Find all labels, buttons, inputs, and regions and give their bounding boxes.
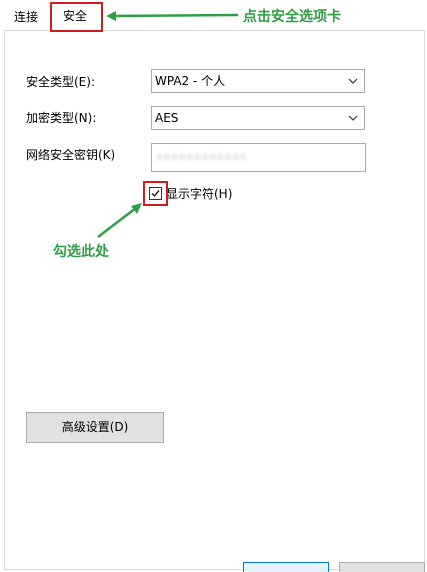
network-key-value: •••••••••••• <box>156 151 248 164</box>
highlight-checkbox <box>143 181 168 206</box>
security-type-label: 安全类型(E): <box>26 75 95 89</box>
show-characters-label[interactable]: 显示字符(H) <box>166 185 232 203</box>
encryption-type-value: AES <box>155 111 179 125</box>
security-type-value: WPA2 - 个人 <box>155 74 226 88</box>
encryption-type-label: 加密类型(N): <box>26 111 97 125</box>
cancel-button[interactable] <box>339 562 425 572</box>
highlight-security-tab <box>50 2 103 32</box>
chevron-down-icon <box>348 107 358 129</box>
annotation-check-here: 勾选此处 <box>53 244 109 260</box>
tab-connection[interactable]: 连接 <box>7 6 45 28</box>
network-key-input[interactable]: •••••••••••• <box>151 143 366 172</box>
advanced-settings-button[interactable]: 高级设置(D) <box>26 412 164 443</box>
annotation-click-tab: 点击安全选项卡 <box>243 9 341 25</box>
chevron-down-icon <box>348 70 358 92</box>
security-type-select[interactable]: WPA2 - 个人 <box>151 69 365 93</box>
ok-button[interactable] <box>243 562 329 572</box>
network-key-label: 网络安全密钥(K) <box>26 148 116 162</box>
encryption-type-select[interactable]: AES <box>151 106 365 130</box>
